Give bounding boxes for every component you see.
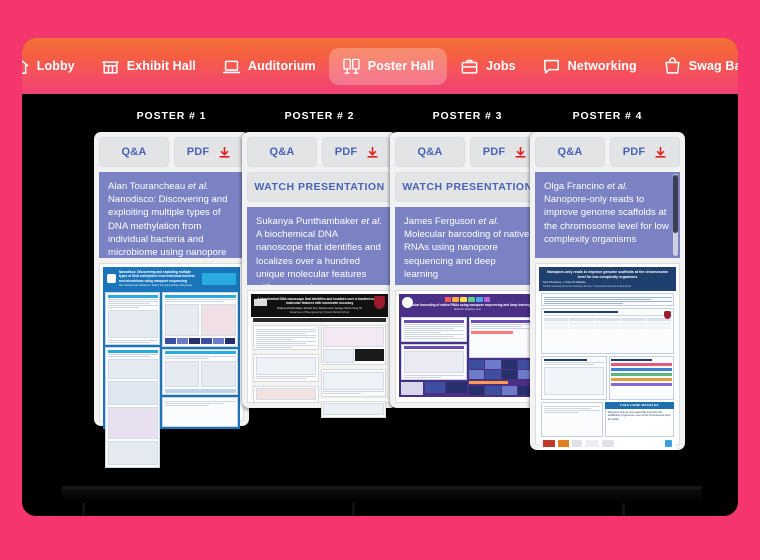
nav-item-label: Poster Hall bbox=[367, 59, 435, 73]
poster-title-block: Sukanya Punthambaker et al. A biochemica… bbox=[247, 207, 392, 285]
poster-thumbnail[interactable]: Nanodisco: Discovering and exploiting mu… bbox=[99, 263, 244, 468]
poster-title: Nanodisco: Discovering and exploiting mu… bbox=[108, 194, 228, 258]
title-scrollbar-thumb[interactable] bbox=[673, 175, 678, 233]
qa-button[interactable]: Q&A bbox=[247, 137, 317, 167]
download-icon[interactable] bbox=[218, 146, 231, 159]
briefcase-icon bbox=[460, 57, 479, 76]
watch-presentation-label: WATCH PRESENTATION bbox=[254, 181, 385, 193]
qa-button-label: Q&A bbox=[557, 146, 583, 158]
nav-item-swag-bag[interactable]: Swag Bag bbox=[650, 48, 738, 85]
nav-item-label: Jobs bbox=[486, 59, 516, 73]
watch-presentation-button[interactable]: WATCH PRESENTATION bbox=[395, 172, 540, 202]
nav-item-jobs[interactable]: Jobs bbox=[447, 48, 529, 85]
poster-card[interactable]: Q&A PDF WATCH PRESENTATION bbox=[242, 132, 397, 418]
nav-item-poster-hall[interactable]: Poster Hall bbox=[328, 47, 448, 85]
poster-authors: Olga Francino bbox=[544, 181, 605, 192]
poster-grid: POSTER # 1 Q&A PDF Alan Tourancheau et a… bbox=[22, 94, 738, 516]
home-icon bbox=[22, 57, 30, 76]
nav-item-exhibit-hall[interactable]: Exhibit Hall bbox=[88, 48, 209, 85]
take-home-message-banner: TAKE-HOME MESSAGE bbox=[604, 401, 674, 409]
poster-etal: et al. bbox=[187, 181, 209, 192]
qa-button-label: Q&A bbox=[269, 146, 295, 158]
poster-authors: Alan Tourancheau bbox=[108, 181, 186, 192]
poster-column-4: POSTER # 4 Q&A PDF Olga Francino et al. … bbox=[530, 94, 685, 450]
nav-item-label: Auditorium bbox=[248, 59, 316, 73]
poster-actions: Q&A PDF bbox=[395, 137, 540, 167]
poster-thumbnail[interactable]: Molecular barcoding of native RNAs using… bbox=[395, 290, 540, 403]
poster-title: Nanopore-only reads to improve genome sc… bbox=[544, 194, 669, 245]
poster-title-block: Alan Tourancheau et al. Nanodisco: Disco… bbox=[99, 172, 244, 258]
poster-title-block: James Ferguson et al. Molecular barcodin… bbox=[395, 207, 540, 285]
pdf-button[interactable]: PDF bbox=[322, 137, 392, 167]
take-home-message-text: Nanopore-only de novo assembly improves … bbox=[604, 408, 674, 437]
nav-item-auditorium[interactable]: Auditorium bbox=[209, 48, 329, 85]
nav-item-networking[interactable]: Networking bbox=[529, 48, 650, 85]
poster-thumbnail[interactable]: A biochemical DNA nanoscope that identif… bbox=[247, 290, 392, 418]
pdf-button-label: PDF bbox=[482, 146, 506, 158]
table-edge bbox=[62, 489, 702, 503]
poster-column-2: POSTER # 2 Q&A PDF WATCH PRESENTATION Su… bbox=[242, 94, 397, 418]
shopping-bag-icon bbox=[663, 57, 682, 76]
download-icon[interactable] bbox=[514, 146, 527, 159]
table-leg bbox=[352, 503, 355, 516]
pdf-button-label: PDF bbox=[622, 146, 646, 158]
nav-item-label: Exhibit Hall bbox=[126, 59, 197, 73]
institution-crest bbox=[374, 296, 385, 309]
poster-actions: Q&A PDF bbox=[99, 137, 244, 167]
poster-column-3: POSTER # 3 Q&A PDF WATCH PRESENTATION Ja… bbox=[390, 94, 545, 408]
watch-presentation-button[interactable]: WATCH PRESENTATION bbox=[247, 172, 392, 202]
qa-button-label: Q&A bbox=[121, 146, 147, 158]
nav-item-label: Lobby bbox=[36, 59, 75, 73]
chat-bubble-icon bbox=[542, 57, 561, 76]
storefront-icon bbox=[101, 57, 120, 76]
poster-title: A biochemical DNA nanoscope that identif… bbox=[256, 229, 381, 285]
qa-button[interactable]: Q&A bbox=[535, 137, 605, 167]
poster-etal: et al. bbox=[361, 216, 382, 227]
poster-column-1: POSTER # 1 Q&A PDF Alan Tourancheau et a… bbox=[94, 94, 249, 468]
poster-etal: et al. bbox=[606, 181, 628, 192]
poster-number-label: POSTER # 4 bbox=[572, 110, 643, 122]
poster-card[interactable]: Q&A PDF Olga Francino et al. Nanopore-on… bbox=[530, 132, 685, 450]
poster-title: Molecular barcoding of native RNAs using… bbox=[404, 229, 530, 280]
download-icon[interactable] bbox=[366, 146, 379, 159]
poster-authors: Sukanya Punthambaker bbox=[256, 216, 359, 227]
table-leg bbox=[82, 503, 85, 516]
qa-button[interactable]: Q&A bbox=[99, 137, 169, 167]
poster-number-label: POSTER # 2 bbox=[284, 110, 355, 122]
nav-item-label: Swag Bag bbox=[688, 59, 738, 73]
pdf-button[interactable]: PDF bbox=[174, 137, 244, 167]
posters-icon bbox=[342, 57, 361, 76]
poster-etal: et al. bbox=[478, 216, 499, 227]
poster-title-block: Olga Francino et al. Nanopore-only reads… bbox=[535, 172, 680, 258]
poster-number-label: POSTER # 1 bbox=[136, 110, 207, 122]
poster-number-label: POSTER # 3 bbox=[432, 110, 503, 122]
nav-item-lobby[interactable]: Lobby bbox=[22, 48, 88, 85]
nav-item-label: Networking bbox=[567, 59, 637, 73]
poster-thumbnail[interactable]: Nanopore-only reads to improve genome sc… bbox=[535, 263, 680, 450]
poster-actions: Q&A PDF bbox=[535, 137, 680, 167]
table-leg bbox=[622, 503, 625, 516]
main-navigation: Lobby Exhibit Hall Auditorium Poster Hal… bbox=[22, 38, 738, 94]
qa-button-label: Q&A bbox=[417, 146, 443, 158]
poster-actions: Q&A PDF bbox=[247, 137, 392, 167]
pdf-button-label: PDF bbox=[186, 146, 210, 158]
qa-button[interactable]: Q&A bbox=[395, 137, 465, 167]
poster-card[interactable]: Q&A PDF WATCH PRESENTATION bbox=[390, 132, 545, 408]
poster-authors: James Ferguson bbox=[404, 216, 476, 227]
poster-card[interactable]: Q&A PDF Alan Tourancheau et al. Nanodisc… bbox=[94, 132, 249, 468]
app-viewport: POSTER # 1 Q&A PDF Alan Tourancheau et a… bbox=[0, 0, 760, 560]
pdf-button-label: PDF bbox=[334, 146, 358, 158]
download-icon[interactable] bbox=[654, 146, 667, 159]
laptop-icon bbox=[222, 57, 241, 76]
nav-items: Lobby Exhibit Hall Auditorium Poster Hal… bbox=[22, 47, 738, 85]
watch-presentation-label: WATCH PRESENTATION bbox=[402, 181, 533, 193]
pdf-button[interactable]: PDF bbox=[610, 137, 680, 167]
poster-hall-stage: POSTER # 1 Q&A PDF Alan Tourancheau et a… bbox=[22, 38, 738, 516]
